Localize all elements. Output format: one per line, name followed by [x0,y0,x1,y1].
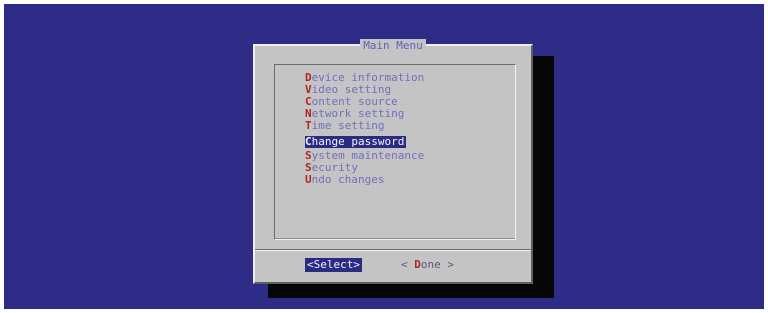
button-separator [255,249,531,251]
menu-item-label: ndo changes [311,173,385,186]
main-menu-dialog: Main Menu Device information Video setti… [253,39,533,284]
menu-item-change-password[interactable]: Change password [305,135,407,148]
menu-item-time-setting[interactable]: Time setting [305,120,424,132]
menu-item-undo-changes[interactable]: Undo changes [305,174,424,186]
select-button[interactable]: <Select> [305,258,362,272]
done-button-label: one > [420,258,454,271]
menu-item-hotkey: U [305,173,312,186]
menu-item-label: hange password [311,135,405,148]
done-button-hotkey: D [414,258,421,271]
done-button-prefix: < [401,258,415,271]
dialog-title: Main Menu [255,39,531,52]
dialog-title-text: Main Menu [360,39,426,52]
menu-list: Device information Video setting Content… [305,72,424,186]
menu-item-hotkey: T [305,119,312,132]
menu-item-hotkey: C [305,135,312,148]
terminal-screen: Main Menu Device information Video setti… [4,4,764,309]
done-button[interactable]: < Done > [401,258,454,272]
menu-item-label: ime setting [311,119,385,132]
